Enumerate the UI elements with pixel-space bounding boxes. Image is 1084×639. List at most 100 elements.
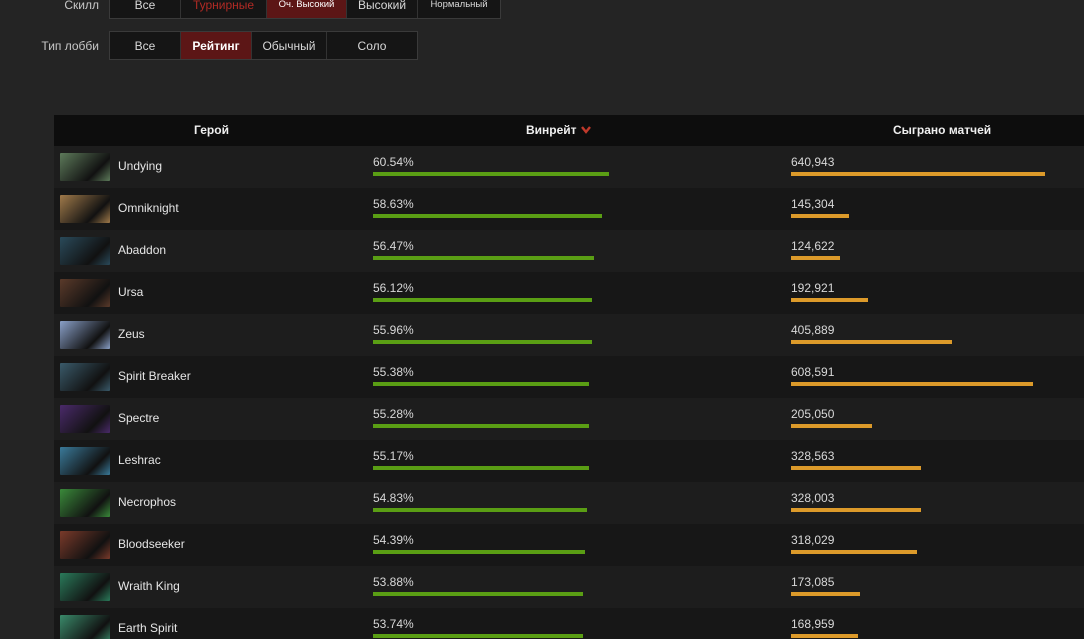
lobby-filter-row: Тип лобби Все Рейтинг Обычный Соло (0, 31, 418, 60)
matches-cell: 145,304 (791, 188, 1084, 230)
skill-option-tournament[interactable]: Турнирные (181, 0, 267, 18)
hero-portrait-fill (60, 489, 110, 517)
matches-cell: 173,085 (791, 566, 1084, 608)
hero-name[interactable]: Abaddon (118, 243, 166, 257)
matches-value: 124,622 (791, 239, 835, 253)
hero-portrait-image (60, 615, 110, 639)
winrate-cell: 54.39% (373, 524, 793, 566)
hero-portrait-image (60, 531, 110, 559)
matches-cell: 328,563 (791, 440, 1084, 482)
hero-portrait-fill (60, 279, 110, 307)
table-row[interactable]: Ursa 56.12% 192,921 (54, 272, 1084, 314)
table-row[interactable]: Leshrac 55.17% 328,563 (54, 440, 1084, 482)
hero-name[interactable]: Earth Spirit (118, 621, 177, 635)
column-header-matches-label: Сыграно матчей (893, 123, 992, 137)
winrate-cell: 53.88% (373, 566, 793, 608)
hero-name[interactable]: Ursa (118, 285, 143, 299)
table-row[interactable]: Spirit Breaker 55.38% 608,591 (54, 356, 1084, 398)
column-header-hero-label: Герой (194, 123, 229, 137)
hero-portrait-image (60, 447, 110, 475)
skill-option-all[interactable]: Все (110, 0, 181, 18)
table-body: Undying 60.54% 640,943 Omniknight 58.63% 145,… (54, 146, 1084, 639)
matches-value: 318,029 (791, 533, 835, 547)
winrate-cell: 53.74% (373, 608, 793, 639)
table-row[interactable]: Necrophos 54.83% 328,003 (54, 482, 1084, 524)
matches-bar (791, 214, 849, 218)
lobby-option-normal[interactable]: Обычный (252, 32, 327, 59)
matches-cell: 168,959 (791, 608, 1084, 639)
table-row[interactable]: Bloodseeker 54.39% 318,029 (54, 524, 1084, 566)
matches-value: 608,591 (791, 365, 835, 379)
matches-bar (791, 550, 917, 554)
skill-option-very-high[interactable]: Оч. Высокий (267, 0, 347, 18)
hero-name[interactable]: Undying (118, 159, 162, 173)
hero-portrait-image (60, 195, 110, 223)
hero-name[interactable]: Necrophos (118, 495, 176, 509)
winrate-bar (373, 382, 589, 386)
hero-name[interactable]: Bloodseeker (118, 537, 185, 551)
winrate-value: 55.28% (373, 407, 414, 421)
winrate-cell: 60.54% (373, 146, 793, 188)
table-row[interactable]: Wraith King 53.88% 173,085 (54, 566, 1084, 608)
winrate-cell: 55.38% (373, 356, 793, 398)
skill-option-high[interactable]: Высокий (347, 0, 418, 18)
hero-stats-page: Скилл Все Турнирные Оч. Высокий Высокий … (0, 0, 1084, 639)
column-header-hero[interactable]: Герой (54, 115, 369, 146)
lobby-option-solo[interactable]: Соло (327, 32, 417, 59)
skill-option-normal[interactable]: Нормальный (418, 0, 500, 18)
table-row[interactable]: Undying 60.54% 640,943 (54, 146, 1084, 188)
matches-cell: 192,921 (791, 272, 1084, 314)
table-row[interactable]: Spectre 55.28% 205,050 (54, 398, 1084, 440)
matches-cell: 205,050 (791, 398, 1084, 440)
hero-portrait-fill (60, 615, 110, 639)
matches-cell: 124,622 (791, 230, 1084, 272)
hero-name[interactable]: Spirit Breaker (118, 369, 191, 383)
hero-name[interactable]: Zeus (118, 327, 145, 341)
winrate-bar (373, 340, 592, 344)
winrate-bar (373, 550, 585, 554)
table-row[interactable]: Earth Spirit 53.74% 168,959 (54, 608, 1084, 639)
hero-name[interactable]: Spectre (118, 411, 159, 425)
lobby-option-all[interactable]: Все (110, 32, 181, 59)
winrate-cell: 56.47% (373, 230, 793, 272)
lobby-filter-group: Все Рейтинг Обычный Соло (109, 31, 418, 60)
winrate-bar (373, 508, 587, 512)
hero-name[interactable]: Leshrac (118, 453, 161, 467)
matches-value: 328,563 (791, 449, 835, 463)
winrate-bar (373, 424, 589, 428)
hero-name[interactable]: Wraith King (118, 579, 180, 593)
table-header: Герой Винрейт Сыграно матчей (54, 115, 1084, 146)
skill-filter-group: Все Турнирные Оч. Высокий Высокий Нормал… (109, 0, 501, 19)
hero-portrait-fill (60, 573, 110, 601)
hero-portrait-image (60, 573, 110, 601)
matches-bar (791, 466, 921, 470)
table-row[interactable]: Omniknight 58.63% 145,304 (54, 188, 1084, 230)
chevron-down-icon (580, 115, 591, 146)
lobby-option-ranked[interactable]: Рейтинг (181, 32, 252, 59)
hero-portrait-fill (60, 321, 110, 349)
table-row[interactable]: Abaddon 56.47% 124,622 (54, 230, 1084, 272)
hero-portrait-fill (60, 363, 110, 391)
matches-value: 173,085 (791, 575, 835, 589)
column-header-matches[interactable]: Сыграно матчей (893, 115, 991, 146)
winrate-cell: 54.83% (373, 482, 793, 524)
hero-portrait-image (60, 489, 110, 517)
skill-filter-row: Скилл Все Турнирные Оч. Высокий Высокий … (0, 0, 501, 19)
hero-portrait-fill (60, 531, 110, 559)
matches-bar (791, 634, 858, 638)
winrate-bar (373, 592, 583, 596)
table-row[interactable]: Zeus 55.96% 405,889 (54, 314, 1084, 356)
winrate-bar (373, 172, 609, 176)
winrate-value: 60.54% (373, 155, 414, 169)
matches-cell: 405,889 (791, 314, 1084, 356)
winrate-value: 55.38% (373, 365, 414, 379)
hero-name[interactable]: Omniknight (118, 201, 179, 215)
matches-bar (791, 382, 1033, 386)
matches-value: 640,943 (791, 155, 835, 169)
matches-cell: 608,591 (791, 356, 1084, 398)
hero-portrait-image (60, 237, 110, 265)
column-header-winrate[interactable]: Винрейт (526, 115, 591, 146)
matches-bar (791, 340, 952, 344)
winrate-bar (373, 466, 589, 470)
lobby-filter-label: Тип лобби (41, 38, 99, 53)
